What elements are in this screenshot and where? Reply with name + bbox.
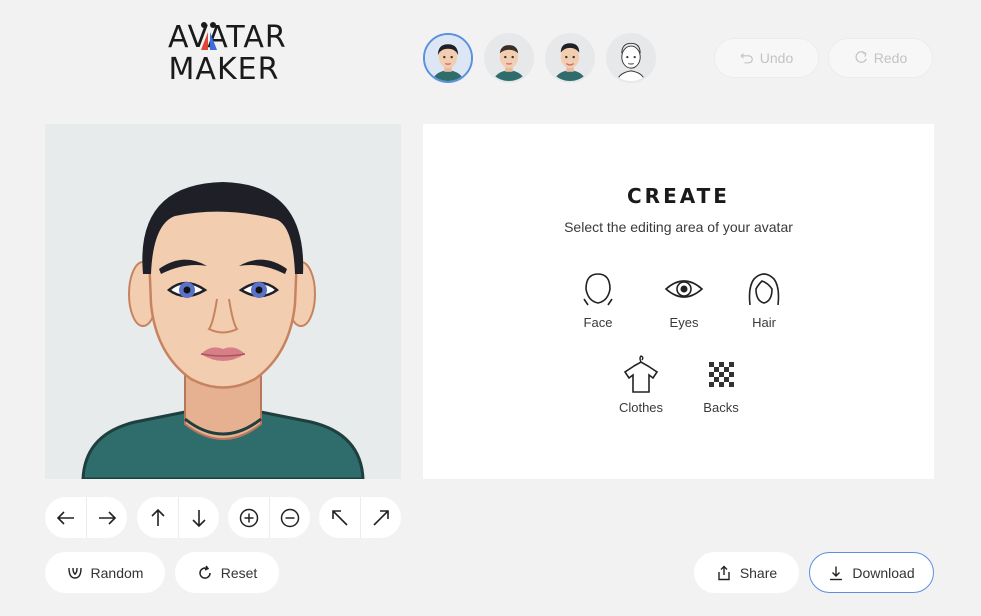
preset-avatar-2[interactable]	[484, 33, 534, 83]
diagonal-controls	[319, 497, 401, 538]
zoom-in-button[interactable]	[228, 497, 269, 538]
undo-button[interactable]: Undo	[714, 38, 819, 78]
move-left-button[interactable]	[45, 497, 86, 538]
move-up-left-button[interactable]	[319, 497, 360, 538]
preset-avatar-1[interactable]	[423, 33, 473, 83]
avatar-thumbnail-icon	[547, 35, 593, 81]
share-label: Share	[739, 564, 778, 581]
reset-button[interactable]: Reset	[175, 552, 279, 593]
move-right-button[interactable]	[86, 497, 127, 538]
reset-icon	[199, 565, 211, 579]
redo-button[interactable]: Redo	[828, 38, 933, 78]
shirt-icon	[623, 355, 659, 393]
avatar-thumbnail-icon	[425, 35, 471, 81]
random-label: Random	[90, 564, 144, 581]
hair-icon	[748, 273, 780, 306]
area-backs-label: Backs	[703, 400, 739, 415]
area-backs[interactable]: Backs	[686, 354, 756, 424]
area-face-label: Face	[583, 315, 613, 330]
arrow-up-right-icon	[373, 509, 389, 526]
checkerboard-icon	[709, 362, 734, 387]
download-icon	[830, 566, 843, 580]
area-clothes[interactable]: Clothes	[606, 354, 676, 424]
area-eyes[interactable]: Eyes	[649, 269, 719, 339]
move-up-right-button[interactable]	[360, 497, 401, 538]
arrow-up-icon	[150, 508, 165, 526]
arrow-left-icon	[56, 510, 74, 525]
avatar-thumbnail-icon	[608, 35, 654, 81]
move-down-button[interactable]	[178, 497, 219, 538]
shuffle-icon	[67, 567, 82, 579]
eye-icon	[664, 280, 704, 298]
app-logo: AVATAR MAKER	[168, 22, 286, 96]
move-vertical-controls	[137, 497, 219, 538]
reset-label: Reset	[220, 564, 258, 581]
move-horizontal-controls	[45, 497, 127, 538]
download-button[interactable]: Download	[809, 552, 934, 593]
zoom-in-icon	[239, 508, 258, 527]
zoom-controls	[228, 497, 310, 538]
avatar-thumbnail-icon	[486, 35, 532, 81]
share-icon	[718, 565, 730, 580]
undo-icon	[740, 53, 753, 64]
logo-mark-icon	[201, 22, 217, 50]
download-label: Download	[852, 564, 915, 581]
redo-icon	[855, 51, 867, 63]
redo-label: Redo	[873, 50, 908, 66]
preset-avatar-4[interactable]	[606, 33, 656, 83]
area-hair[interactable]: Hair	[729, 269, 799, 339]
arrow-down-icon	[192, 509, 206, 527]
panel-subtitle: Select the editing area of your avatar	[564, 219, 793, 235]
arrow-up-left-icon	[331, 509, 348, 526]
area-eyes-label: Eyes	[669, 315, 699, 330]
area-clothes-label: Clothes	[618, 400, 664, 415]
avatar-preview	[45, 124, 401, 479]
panel-title: CREATE	[627, 184, 730, 208]
area-hair-label: Hair	[752, 315, 776, 330]
move-up-button[interactable]	[137, 497, 178, 538]
share-button[interactable]: Share	[694, 552, 799, 593]
avatar-illustration	[45, 124, 401, 479]
editing-panel: CREATE Select the editing area of your a…	[423, 124, 934, 479]
arrow-right-icon	[99, 510, 117, 525]
preset-avatar-list	[423, 33, 656, 83]
random-button[interactable]: Random	[45, 552, 165, 593]
preset-avatar-3[interactable]	[545, 33, 595, 83]
face-icon	[583, 273, 613, 306]
zoom-out-button[interactable]	[269, 497, 310, 538]
undo-label: Undo	[759, 50, 794, 66]
area-face[interactable]: Face	[563, 269, 633, 339]
zoom-out-icon	[280, 508, 300, 527]
